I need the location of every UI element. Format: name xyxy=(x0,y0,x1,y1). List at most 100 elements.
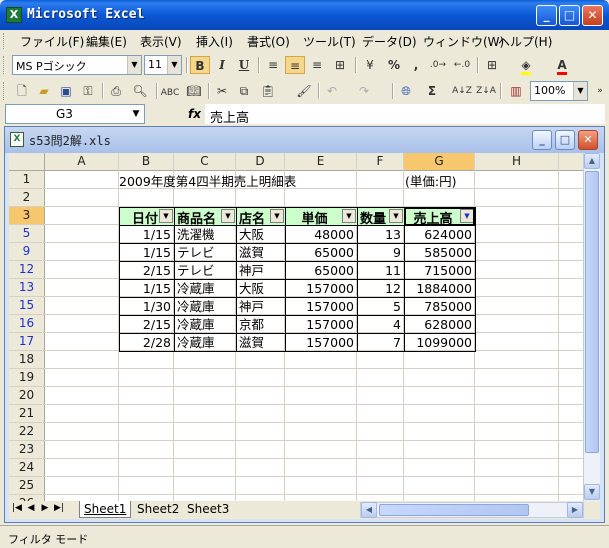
table-cell[interactable]: 冷蔵庫 xyxy=(174,315,237,334)
horizontal-scrollbar[interactable]: ◀ ▶ xyxy=(360,502,584,518)
column-header-i[interactable]: I xyxy=(559,153,583,171)
unit-note[interactable]: (単価:円) xyxy=(405,173,456,190)
workbook-restore-button[interactable]: □ xyxy=(555,130,575,150)
sheet-title[interactable]: 2009年度第4四半期売上明細表 xyxy=(119,173,296,190)
print-preview-button[interactable]: 🔍︎ xyxy=(130,82,150,100)
column-header-g[interactable]: G xyxy=(404,153,475,171)
name-box[interactable]: G3 ▼ xyxy=(5,104,145,124)
sort-ascending-button[interactable]: A↓Z xyxy=(452,82,472,100)
row-header-16[interactable]: 16 xyxy=(9,315,45,333)
chevron-down-icon[interactable]: ▼ xyxy=(167,56,181,74)
workbook-minimize-button[interactable]: _ xyxy=(532,130,552,150)
table-cell[interactable]: 7 xyxy=(357,333,405,352)
table-cell[interactable]: テレビ xyxy=(174,243,237,262)
row-header-23[interactable]: 23 xyxy=(9,441,45,459)
decrease-decimal-button[interactable]: ←.0 xyxy=(452,56,472,74)
column-header-f[interactable]: F xyxy=(357,153,404,171)
hyperlink-button[interactable]: 🌐︎ xyxy=(396,82,416,100)
font-name-select[interactable]: MS Pゴシック ▼ xyxy=(12,55,142,75)
comma-button[interactable]: , xyxy=(406,56,426,74)
autofilter-dropdown-button[interactable]: ▼ xyxy=(270,209,284,223)
select-all-corner[interactable] xyxy=(9,153,45,171)
table-cell[interactable]: 65000 xyxy=(285,243,358,262)
row-header-2[interactable]: 2 xyxy=(9,189,45,207)
row-header-13[interactable]: 13 xyxy=(9,279,45,297)
menu-edit[interactable]: 編集(E) xyxy=(86,33,127,50)
table-cell[interactable]: 628000 xyxy=(404,315,476,334)
table-cell[interactable]: 冷蔵庫 xyxy=(174,297,237,316)
fill-color-button[interactable]: ◈ xyxy=(516,56,536,75)
table-cell[interactable]: 神戸 xyxy=(236,297,286,316)
column-header-a[interactable]: A xyxy=(45,153,119,171)
chart-wizard-button[interactable]: ▥ xyxy=(506,82,526,100)
copy-button[interactable]: ⧉ xyxy=(234,82,254,100)
table-cell[interactable]: 157000 xyxy=(285,315,358,334)
table-cell[interactable]: 65000 xyxy=(285,261,358,280)
autofilter-dropdown-button[interactable]: ▼ xyxy=(389,209,403,223)
last-sheet-button[interactable]: ▶| xyxy=(53,503,65,513)
row-header-24[interactable]: 24 xyxy=(9,459,45,477)
spelling-button[interactable]: ABC xyxy=(160,82,180,100)
table-cell[interactable]: 785000 xyxy=(404,297,476,316)
autofilter-dropdown-button[interactable]: ▼ xyxy=(159,209,173,223)
column-header-b[interactable]: B xyxy=(119,153,174,171)
autofilter-dropdown-button[interactable]: ▼ xyxy=(342,209,356,223)
table-cell[interactable]: 48000 xyxy=(285,225,358,244)
row-header-22[interactable]: 22 xyxy=(9,423,45,441)
table-cell[interactable]: 5 xyxy=(357,297,405,316)
open-button[interactable]: ▰ xyxy=(34,82,54,100)
table-cell[interactable]: 1/15 xyxy=(119,225,175,244)
scroll-up-button[interactable]: ▲ xyxy=(584,153,600,169)
row-header-12[interactable]: 12 xyxy=(9,261,45,279)
autofilter-dropdown-button[interactable]: ▼ xyxy=(221,209,235,223)
merge-center-button[interactable]: ⊞ xyxy=(330,56,350,74)
autofilter-dropdown-button[interactable]: ▼ xyxy=(460,209,474,223)
align-left-button[interactable]: ≡ xyxy=(263,56,283,74)
table-cell[interactable]: 冷蔵庫 xyxy=(174,279,237,298)
row-header-17[interactable]: 17 xyxy=(9,333,45,351)
chevron-down-icon[interactable]: ▼ xyxy=(127,56,141,74)
formula-input[interactable]: 売上高 xyxy=(205,104,605,126)
table-cell[interactable]: 13 xyxy=(357,225,405,244)
sort-descending-button[interactable]: Z↓A xyxy=(476,82,496,100)
menu-help[interactable]: ヘルプ(H) xyxy=(498,33,552,50)
table-cell[interactable]: 大阪 xyxy=(236,225,286,244)
workbook-close-button[interactable]: ✕ xyxy=(578,130,598,150)
table-cell[interactable]: 1/30 xyxy=(119,297,175,316)
table-cell[interactable]: 滋賀 xyxy=(236,243,286,262)
close-button[interactable]: ✕ xyxy=(582,5,603,26)
toolbar-options-button[interactable]: » xyxy=(590,82,609,100)
table-cell[interactable]: 157000 xyxy=(285,279,358,298)
vertical-scrollbar[interactable]: ▲ ▼ xyxy=(583,153,600,501)
new-button[interactable]: 🗋 xyxy=(12,82,32,100)
table-cell[interactable]: 9 xyxy=(357,243,405,262)
row-header-21[interactable]: 21 xyxy=(9,405,45,423)
save-button[interactable]: ▣ xyxy=(56,82,76,100)
horizontal-scroll-thumb[interactable] xyxy=(379,504,529,516)
scroll-right-button[interactable]: ▶ xyxy=(567,502,583,518)
undo-button[interactable]: ↶ xyxy=(322,82,342,100)
column-header-d[interactable]: D xyxy=(236,153,285,171)
menu-window[interactable]: ウィンドウ(W) xyxy=(423,33,504,50)
scroll-down-button[interactable]: ▼ xyxy=(584,484,600,500)
table-cell[interactable]: テレビ xyxy=(174,261,237,280)
first-sheet-button[interactable]: |◀ xyxy=(11,503,23,513)
row-header-1[interactable]: 1 xyxy=(9,171,45,189)
sheet-tab-3[interactable]: Sheet3 xyxy=(183,501,233,518)
row-header-9[interactable]: 9 xyxy=(9,243,45,261)
row-header-20[interactable]: 20 xyxy=(9,387,45,405)
table-cell[interactable]: 2/28 xyxy=(119,333,175,352)
autosum-button[interactable]: Σ xyxy=(422,82,442,100)
research-button[interactable]: 📖︎ xyxy=(184,82,204,100)
table-cell[interactable]: 洗濯機 xyxy=(174,225,237,244)
table-cell[interactable]: 2/15 xyxy=(119,261,175,280)
menu-view[interactable]: 表示(V) xyxy=(140,33,182,50)
italic-button[interactable]: I xyxy=(212,56,232,74)
table-cell[interactable]: 1/15 xyxy=(119,279,175,298)
table-cell[interactable]: 715000 xyxy=(404,261,476,280)
table-cell[interactable]: 157000 xyxy=(285,297,358,316)
table-cell[interactable]: 冷蔵庫 xyxy=(174,333,237,352)
bold-button[interactable]: B xyxy=(190,56,210,74)
borders-button[interactable]: ⊞ xyxy=(482,56,502,74)
permission-button[interactable]: ⚿ xyxy=(78,82,98,100)
